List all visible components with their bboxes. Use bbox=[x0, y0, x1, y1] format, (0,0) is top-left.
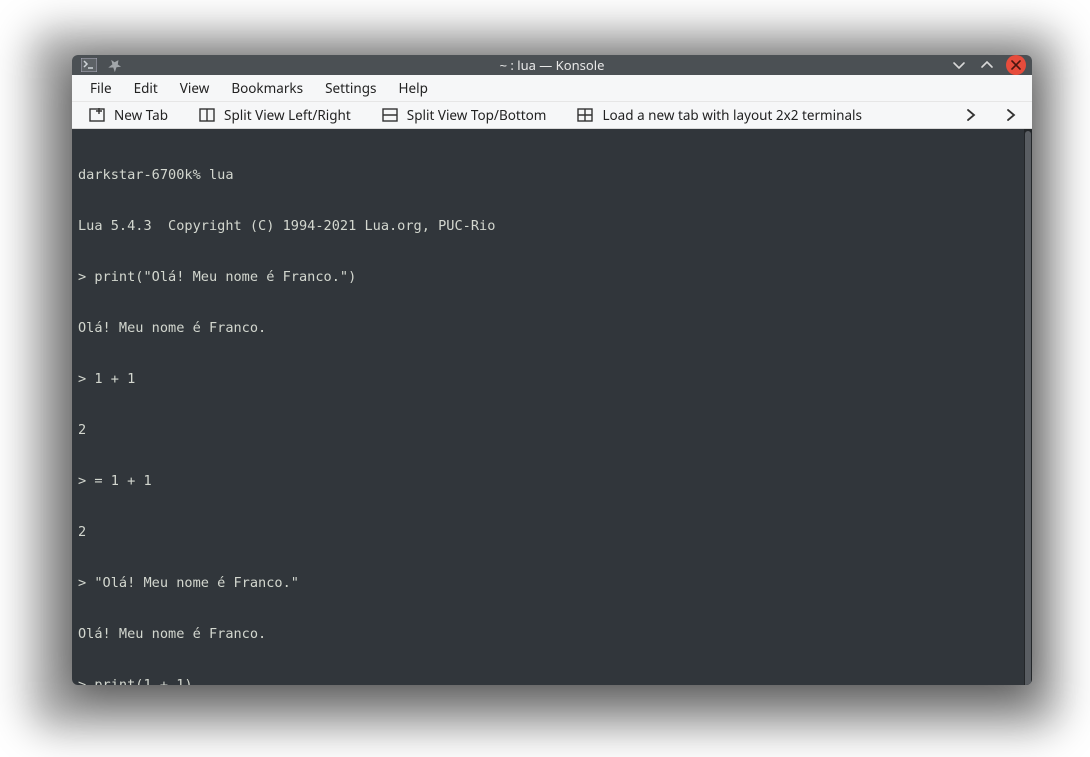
toolbar: New Tab Split View Left/Right Split View… bbox=[72, 102, 1032, 129]
pin-icon[interactable] bbox=[106, 56, 124, 74]
split-left-right-button[interactable]: Split View Left/Right bbox=[192, 102, 357, 128]
maximize-button[interactable] bbox=[978, 56, 996, 74]
menu-edit[interactable]: Edit bbox=[124, 75, 168, 101]
term-line: Olá! Meu nome é Franco. bbox=[78, 626, 1018, 643]
term-line: > 1 + 1 bbox=[78, 371, 1018, 388]
term-line: > print("Olá! Meu nome é Franco.") bbox=[78, 269, 1018, 286]
new-tab-button[interactable]: New Tab bbox=[82, 102, 174, 128]
minimize-button[interactable] bbox=[950, 56, 968, 74]
term-line: 2 bbox=[78, 524, 1018, 541]
menu-view[interactable]: View bbox=[170, 75, 220, 101]
split-lr-icon bbox=[198, 106, 216, 124]
load-layout-label: Load a new tab with layout 2x2 terminals bbox=[602, 106, 862, 124]
scrollbar[interactable] bbox=[1024, 129, 1032, 685]
konsole-window: ~ : lua — Konsole File Edit View Bookmar… bbox=[72, 55, 1032, 685]
term-line: > "Olá! Meu nome é Franco." bbox=[78, 575, 1018, 592]
term-line: > = 1 + 1 bbox=[78, 473, 1018, 490]
menu-settings[interactable]: Settings bbox=[315, 75, 386, 101]
term-line: Lua 5.4.3 Copyright (C) 1994-2021 Lua.or… bbox=[78, 218, 1018, 235]
terminal[interactable]: darkstar-6700k% lua Lua 5.4.3 Copyright … bbox=[72, 129, 1024, 685]
menu-file[interactable]: File bbox=[80, 75, 122, 101]
close-button[interactable] bbox=[1006, 55, 1026, 75]
term-line: darkstar-6700k% lua bbox=[78, 167, 1018, 184]
term-line: Olá! Meu nome é Franco. bbox=[78, 320, 1018, 337]
window-title: ~ : lua — Konsole bbox=[72, 56, 1032, 74]
new-tab-label: New Tab bbox=[114, 106, 168, 124]
menu-bookmarks[interactable]: Bookmarks bbox=[221, 75, 313, 101]
menu-help[interactable]: Help bbox=[388, 75, 437, 101]
term-line: 2 bbox=[78, 422, 1018, 439]
terminal-app-icon bbox=[80, 56, 98, 74]
menubar: File Edit View Bookmarks Settings Help bbox=[72, 75, 1032, 102]
terminal-wrap: darkstar-6700k% lua Lua 5.4.3 Copyright … bbox=[72, 129, 1032, 685]
split-top-bottom-button[interactable]: Split View Top/Bottom bbox=[375, 102, 553, 128]
new-tab-icon bbox=[88, 106, 106, 124]
toolbar-chevron-right-1[interactable] bbox=[960, 104, 982, 126]
grid-icon bbox=[576, 106, 594, 124]
titlebar: ~ : lua — Konsole bbox=[72, 55, 1032, 75]
load-layout-button[interactable]: Load a new tab with layout 2x2 terminals bbox=[570, 102, 868, 128]
scroll-thumb[interactable] bbox=[1025, 131, 1031, 685]
split-tb-icon bbox=[381, 106, 399, 124]
split-tb-label: Split View Top/Bottom bbox=[407, 106, 547, 124]
term-line: > print(1 + 1) bbox=[78, 677, 1018, 685]
toolbar-chevron-right-2[interactable] bbox=[1000, 104, 1022, 126]
split-lr-label: Split View Left/Right bbox=[224, 106, 351, 124]
